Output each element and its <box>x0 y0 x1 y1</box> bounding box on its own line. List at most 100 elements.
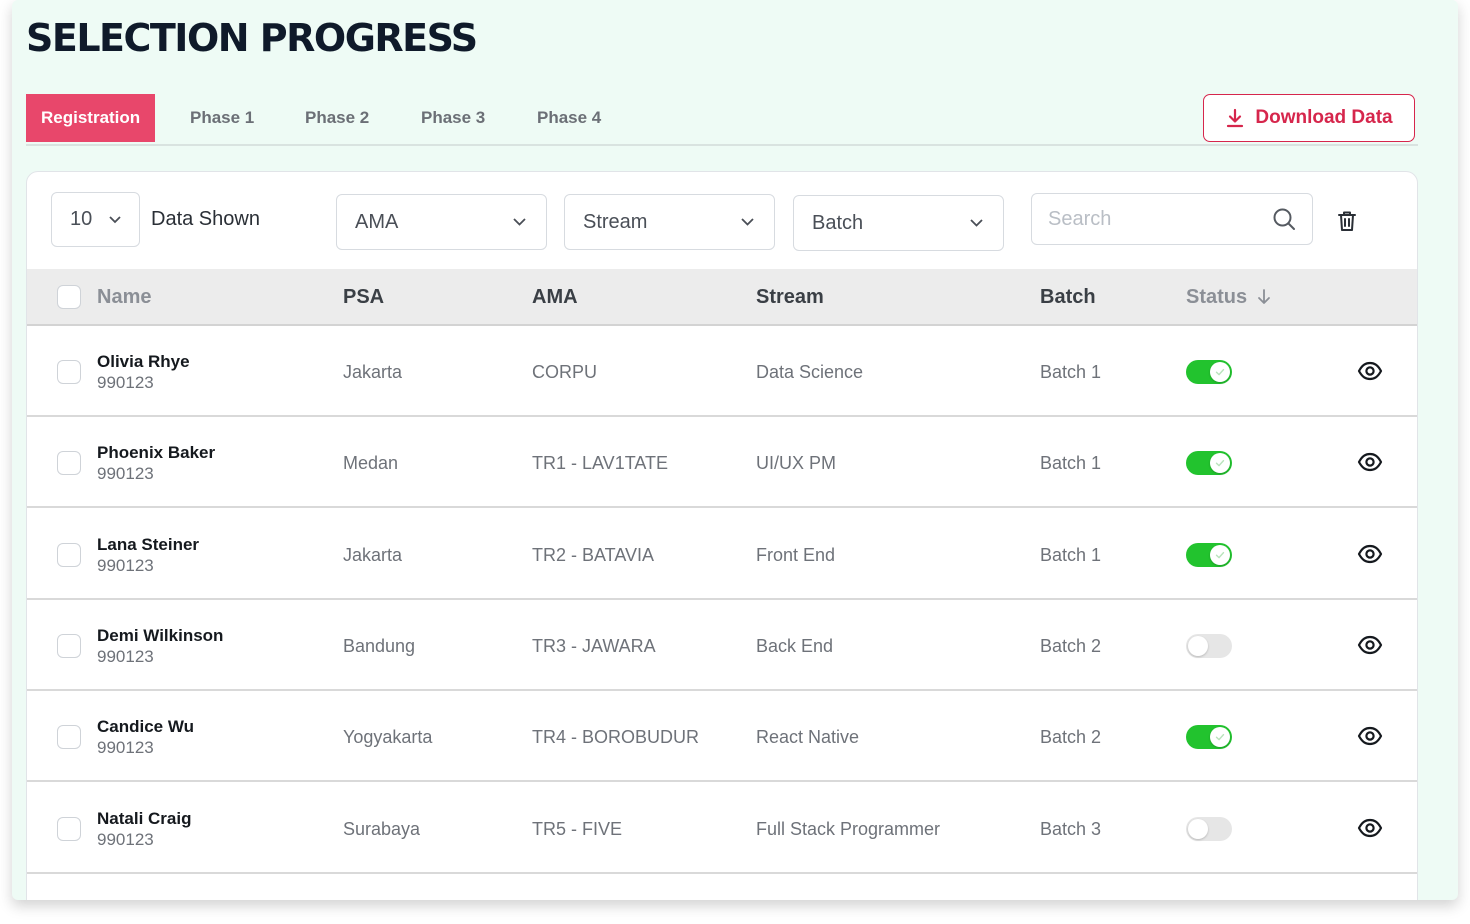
status-toggle[interactable] <box>1186 451 1232 476</box>
row-checkbox[interactable] <box>57 816 81 841</box>
row-batch: Batch 1 <box>1040 544 1102 565</box>
table-row: Phoenix Baker 990123 Medan TR1 - LAV1TATE UI… <box>27 417 1417 509</box>
search-input[interactable]: Search <box>1031 193 1313 245</box>
row-name: Olivia Rhye <box>97 352 190 371</box>
status-toggle[interactable] <box>1186 725 1232 750</box>
chevron-down-icon <box>741 218 754 226</box>
ama-filter-value: AMA <box>355 210 399 233</box>
row-psa: Yogyakarta <box>343 727 433 748</box>
header-psa[interactable]: PSA <box>343 286 384 309</box>
table-row: Demi Wilkinson 990123 Bandung TR3 - JAWARA B… <box>27 600 1417 691</box>
toggle-knob <box>1188 818 1208 839</box>
table-header: Name PSA AMA Stream Batch Status <box>27 269 1417 326</box>
page-size-select[interactable]: 10 <box>51 192 140 247</box>
toggle-knob <box>1188 635 1208 656</box>
row-checkbox[interactable] <box>57 725 81 750</box>
check-icon <box>1215 368 1225 376</box>
status-toggle[interactable] <box>1186 360 1232 384</box>
row-name: Natali Craig <box>97 808 192 828</box>
batch-filter-select[interactable]: Batch <box>793 195 1004 251</box>
eye-icon[interactable] <box>1357 451 1383 473</box>
data-shown-label: Data Shown <box>151 208 260 230</box>
row-stream: React Native <box>756 727 860 748</box>
check-icon <box>1215 551 1225 558</box>
eye-icon[interactable] <box>1357 817 1383 839</box>
search-icon[interactable] <box>1272 207 1296 231</box>
row-stream: Data Science <box>756 362 864 382</box>
tab-phase-2[interactable]: Phase 2 <box>305 94 369 142</box>
tab-phase-3[interactable]: Phase 3 <box>421 94 485 142</box>
eye-icon[interactable] <box>1357 360 1383 382</box>
row-stream: Front End <box>756 544 836 565</box>
status-toggle[interactable] <box>1186 542 1232 567</box>
header-ama[interactable]: AMA <box>532 286 578 309</box>
row-psa: Bandung <box>343 635 416 656</box>
row-ama: TR2 - BATAVIA <box>532 544 655 565</box>
ama-filter-select[interactable]: AMA <box>336 194 547 250</box>
toggle-knob <box>1210 453 1230 474</box>
batch-filter-value: Batch <box>812 211 864 234</box>
header-status-label: Status <box>1186 286 1248 308</box>
row-name: Lana Steiner <box>97 534 200 554</box>
eye-icon[interactable] <box>1357 543 1383 565</box>
eye-icon[interactable] <box>1357 725 1383 747</box>
row-ama: TR1 - LAV1TATE <box>532 453 669 474</box>
download-data-label: Download Data <box>1255 107 1393 128</box>
row-stream: Full Stack Programmer <box>756 818 941 839</box>
table-row: Olivia Rhye 990123 Jakarta CORPU Data Scienc… <box>27 326 1417 417</box>
row-psa: Jakarta <box>343 362 403 382</box>
trash-icon[interactable] <box>1337 210 1357 232</box>
data-table-card: 10 Data Shown AMA Stream Batch Search Na… <box>26 171 1418 900</box>
row-psa: Jakarta <box>343 544 403 565</box>
eye-icon[interactable] <box>1357 634 1383 656</box>
row-batch: Batch 1 <box>1040 453 1102 474</box>
chevron-down-icon <box>109 215 121 223</box>
header-batch[interactable]: Batch <box>1040 286 1096 309</box>
stream-filter-select[interactable]: Stream <box>564 194 775 250</box>
check-icon <box>1215 460 1225 467</box>
row-batch: Batch 2 <box>1040 635 1102 656</box>
row-batch: Batch 2 <box>1040 727 1102 748</box>
table-row: Candice Wu 990123 Yogyakarta TR4 - BOROBUDU… <box>27 691 1417 783</box>
row-ama: TR3 - JAWARA <box>532 635 656 656</box>
page-title: SELECTION PROGRESS <box>26 16 478 60</box>
header-name[interactable]: Name <box>97 286 151 309</box>
row-checkbox[interactable] <box>57 360 81 384</box>
tab-phase-1[interactable]: Phase 1 <box>190 94 254 142</box>
row-checkbox[interactable] <box>57 633 81 658</box>
download-data-button[interactable]: Download Data <box>1203 94 1415 142</box>
row-psa: Surabaya <box>343 818 421 839</box>
row-name: Demi Wilkinson <box>97 625 224 645</box>
row-psa: Medan <box>343 453 399 474</box>
row-checkbox[interactable] <box>57 542 81 567</box>
download-icon <box>1227 108 1244 128</box>
toggle-knob <box>1210 727 1230 748</box>
check-icon <box>1215 734 1225 741</box>
row-id: 990123 <box>97 464 154 484</box>
table-row: Natali Craig 990123 Surabaya TR5 - FIVE Full… <box>27 783 1417 874</box>
row-ama: TR5 - FIVE <box>532 818 623 839</box>
header-status[interactable]: Status <box>1186 286 1271 309</box>
chevron-down-icon <box>970 219 983 227</box>
row-id: 990123 <box>97 829 154 849</box>
row-id: 990123 <box>97 646 154 666</box>
row-id: 990123 <box>97 738 154 758</box>
arrow-down-icon <box>1257 289 1270 304</box>
toggle-knob <box>1210 362 1230 382</box>
row-checkbox[interactable] <box>57 451 81 476</box>
chevron-down-icon <box>513 218 526 226</box>
tab-registration[interactable]: Registration <box>26 94 156 142</box>
page-size-value: 10 <box>70 208 93 230</box>
row-id: 990123 <box>97 555 154 575</box>
tab-phase-4[interactable]: Phase 4 <box>537 94 601 142</box>
row-id: 990123 <box>97 373 154 392</box>
table-row: Lana Steiner 990123 Jakarta TR2 - BATAVIA Fr… <box>27 509 1417 600</box>
row-name: Phoenix Baker <box>97 443 216 463</box>
search-placeholder: Search <box>1048 207 1112 230</box>
status-toggle[interactable] <box>1186 816 1232 841</box>
select-all-checkbox[interactable] <box>57 285 81 309</box>
status-toggle[interactable] <box>1186 633 1232 658</box>
stream-filter-value: Stream <box>583 210 648 233</box>
header-stream[interactable]: Stream <box>756 286 824 309</box>
row-batch: Batch 1 <box>1040 362 1102 382</box>
